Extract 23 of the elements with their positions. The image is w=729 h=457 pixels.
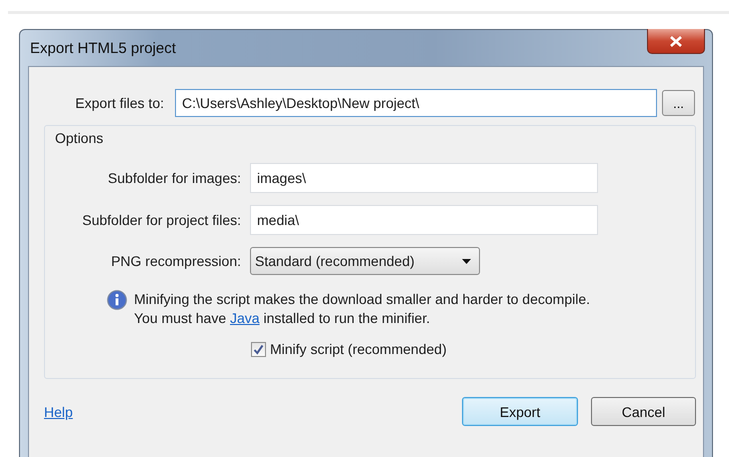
dialog-button[interactable]: Export — [462, 397, 578, 426]
close-icon — [670, 36, 682, 46]
java-link[interactable]: Java — [230, 310, 260, 326]
help-link[interactable]: Help — [44, 404, 73, 420]
caret-icon — [462, 258, 471, 264]
close-button[interactable] — [647, 29, 705, 54]
path-field[interactable]: C:\Users\Ashley\Desktop\New project\ — [175, 89, 657, 117]
group-title: Options — [54, 130, 104, 146]
field-label: Subfolder for project files: — [81, 212, 241, 228]
input-field[interactable]: images\ — [250, 163, 598, 193]
field-label: PNG recompression: — [110, 253, 241, 269]
field-label: Export files to: — [74, 95, 164, 111]
checkbox[interactable] — [251, 342, 266, 356]
info-icon — [107, 290, 127, 310]
dropdown[interactable]: Standard (recommended) — [250, 247, 480, 275]
checkmark-icon — [253, 344, 264, 354]
window-title: Export HTML5 project — [30, 40, 176, 56]
info-text: Minifying the script makes the download smaller and harder to decompile. You must have Java installed to run the minifier. — [134, 290, 590, 328]
field-label: Subfolder for images: — [106, 170, 241, 186]
checkbox-label: Minify script (recommended) — [270, 341, 447, 357]
input-field[interactable]: media\ — [250, 205, 598, 235]
dialog-button[interactable]: Cancel — [591, 397, 696, 426]
browse-button[interactable]: ... — [662, 90, 695, 116]
